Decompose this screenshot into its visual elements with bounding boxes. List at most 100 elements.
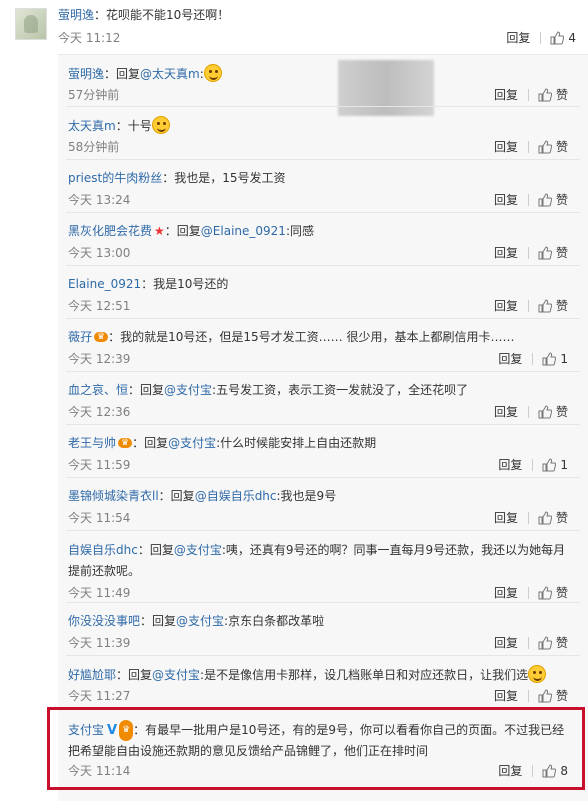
reply-actions: 回复 赞 bbox=[494, 509, 568, 526]
like-label[interactable]: 赞 bbox=[556, 191, 568, 208]
reply-button[interactable]: 回复 bbox=[494, 138, 518, 155]
reply-text: ：回复 bbox=[164, 224, 201, 238]
reply-username[interactable]: 墨锦倾城染青衣ll bbox=[68, 489, 159, 503]
reply-button[interactable]: 回复 bbox=[506, 29, 530, 46]
reply-text: ：我的就是10号还，但是15号才发工资…… 很少用，基本上都刷信用卡…… bbox=[108, 330, 515, 344]
reply-button[interactable]: 回复 bbox=[494, 86, 518, 103]
divider bbox=[66, 159, 580, 160]
reply-username[interactable]: 血之哀、恒 bbox=[68, 383, 128, 397]
thumb-up-icon[interactable] bbox=[542, 457, 557, 472]
thumb-up-icon[interactable] bbox=[538, 245, 552, 260]
thumb-up-icon[interactable] bbox=[538, 87, 552, 102]
like-label[interactable]: 赞 bbox=[556, 634, 568, 651]
reply-actions: 回复 1 bbox=[498, 350, 568, 367]
like-label[interactable]: 赞 bbox=[556, 138, 568, 155]
mention-link[interactable]: @支付宝 bbox=[152, 668, 200, 682]
thumb-up-icon[interactable] bbox=[538, 298, 552, 313]
thumb-up-icon[interactable] bbox=[542, 351, 557, 366]
reply-text: ：我是10号还的 bbox=[141, 277, 229, 291]
reply-actions: 回复 1 bbox=[498, 456, 568, 473]
like-label[interactable]: 赞 bbox=[556, 403, 568, 420]
divider bbox=[66, 530, 580, 531]
reply-button[interactable]: 回复 bbox=[498, 456, 522, 473]
reply-button[interactable]: 回复 bbox=[494, 687, 518, 704]
reply-timestamp: 今天 11:54 bbox=[68, 511, 131, 525]
thumb-up-icon[interactable] bbox=[538, 688, 552, 703]
smile-emoji-icon bbox=[203, 64, 222, 82]
mention-link[interactable]: @支付宝 bbox=[168, 436, 216, 450]
reply-timestamp: 今天 12:39 bbox=[68, 352, 131, 366]
reply-actions: 回复 赞 bbox=[494, 584, 568, 601]
like-label[interactable]: 赞 bbox=[556, 687, 568, 704]
reply-text: ：回复 bbox=[140, 614, 177, 628]
divider bbox=[527, 586, 529, 599]
vip-badge-icon: ♛ bbox=[94, 332, 109, 342]
reply-timestamp: 今天 12:51 bbox=[68, 299, 131, 313]
reply-body: :是不是像信用卡那样，设几档账单日和对应还款日，让我们选 bbox=[200, 668, 529, 682]
divider bbox=[527, 511, 529, 524]
reply-button[interactable]: 回复 bbox=[494, 634, 518, 651]
reply-actions: 回复 赞 bbox=[494, 687, 568, 704]
reply-username[interactable]: 薇孖 bbox=[68, 330, 92, 344]
reply-username[interactable]: priest的牛肉粉丝 bbox=[68, 171, 162, 185]
divider bbox=[66, 265, 580, 266]
vip-badge-icon: ♛ bbox=[118, 438, 133, 448]
avatar[interactable] bbox=[15, 8, 47, 40]
reply-username[interactable]: 萤明逸 bbox=[68, 67, 104, 81]
reply-username[interactable]: 好尴尬耶 bbox=[68, 668, 116, 682]
comment-username[interactable]: 萤明逸 bbox=[58, 8, 94, 22]
reply-username[interactable]: 太天真m bbox=[68, 119, 116, 133]
blurred-image bbox=[338, 60, 434, 116]
reply-actions: 回复 赞 bbox=[494, 191, 568, 208]
reply-username[interactable]: 黑灰化肥会花费 bbox=[68, 224, 152, 238]
comment-timestamp: 今天 11:12 bbox=[58, 31, 121, 45]
reply-username[interactable]: 老王与帅 bbox=[68, 436, 116, 450]
reply-username[interactable]: 你没没没事吧 bbox=[68, 614, 140, 628]
mention-link[interactable]: @自娱自乐dhc bbox=[195, 489, 277, 503]
reply-username[interactable]: 自娱自乐dhc bbox=[68, 543, 138, 557]
star-icon: ★ bbox=[154, 224, 165, 238]
divider bbox=[66, 424, 580, 425]
mention-link[interactable]: @Elaine_0921 bbox=[201, 224, 286, 238]
like-label[interactable]: 赞 bbox=[556, 86, 568, 103]
mention-link[interactable]: @支付宝 bbox=[176, 614, 224, 628]
reply-actions: 回复 赞 bbox=[494, 297, 568, 314]
reply-text: ：回复 bbox=[137, 543, 174, 557]
reply-button[interactable]: 回复 bbox=[494, 244, 518, 261]
like-label[interactable]: 1 bbox=[560, 458, 568, 472]
main-comment: 萤明逸：花呗能不能10号还啊！ 今天 11:12 回复 4 bbox=[0, 0, 588, 54]
like-count[interactable]: 4 bbox=[568, 31, 576, 45]
smile-emoji-icon bbox=[151, 116, 170, 134]
thumb-up-icon[interactable] bbox=[538, 510, 552, 525]
reply-actions: 回复 赞 bbox=[494, 86, 568, 103]
comment-actions: 回复 4 bbox=[506, 29, 576, 46]
reply-button[interactable]: 回复 bbox=[494, 584, 518, 601]
thumb-up-icon[interactable] bbox=[538, 139, 552, 154]
reply-button[interactable]: 回复 bbox=[494, 509, 518, 526]
mention-link[interactable]: @支付宝 bbox=[164, 383, 212, 397]
thumb-up-icon[interactable] bbox=[538, 585, 552, 600]
reply-body: :什么时候能安排上自由还款期 bbox=[216, 436, 377, 450]
reply-text: ：回复 bbox=[104, 67, 141, 81]
reply-timestamp: 今天 11:27 bbox=[68, 689, 131, 703]
reply-timestamp: 今天 11:59 bbox=[68, 458, 131, 472]
mention-link[interactable]: @太天真m bbox=[140, 67, 200, 81]
divider bbox=[540, 31, 542, 44]
reply-button[interactable]: 回复 bbox=[494, 297, 518, 314]
thumb-up-icon[interactable] bbox=[550, 30, 565, 45]
like-label[interactable]: 1 bbox=[560, 352, 568, 366]
like-label[interactable]: 赞 bbox=[556, 297, 568, 314]
like-label[interactable]: 赞 bbox=[556, 584, 568, 601]
reply-button[interactable]: 回复 bbox=[494, 403, 518, 420]
reply-button[interactable]: 回复 bbox=[494, 191, 518, 208]
thumb-up-icon[interactable] bbox=[538, 635, 552, 650]
mention-link[interactable]: @支付宝 bbox=[174, 543, 222, 557]
like-label[interactable]: 赞 bbox=[556, 244, 568, 261]
thumb-up-icon[interactable] bbox=[538, 404, 552, 419]
divider bbox=[527, 405, 529, 418]
reply-username[interactable]: Elaine_0921 bbox=[68, 277, 141, 291]
reply-text: ：我也是，15号发工资 bbox=[162, 171, 286, 185]
like-label[interactable]: 赞 bbox=[556, 509, 568, 526]
thumb-up-icon[interactable] bbox=[538, 192, 552, 207]
reply-button[interactable]: 回复 bbox=[498, 350, 522, 367]
